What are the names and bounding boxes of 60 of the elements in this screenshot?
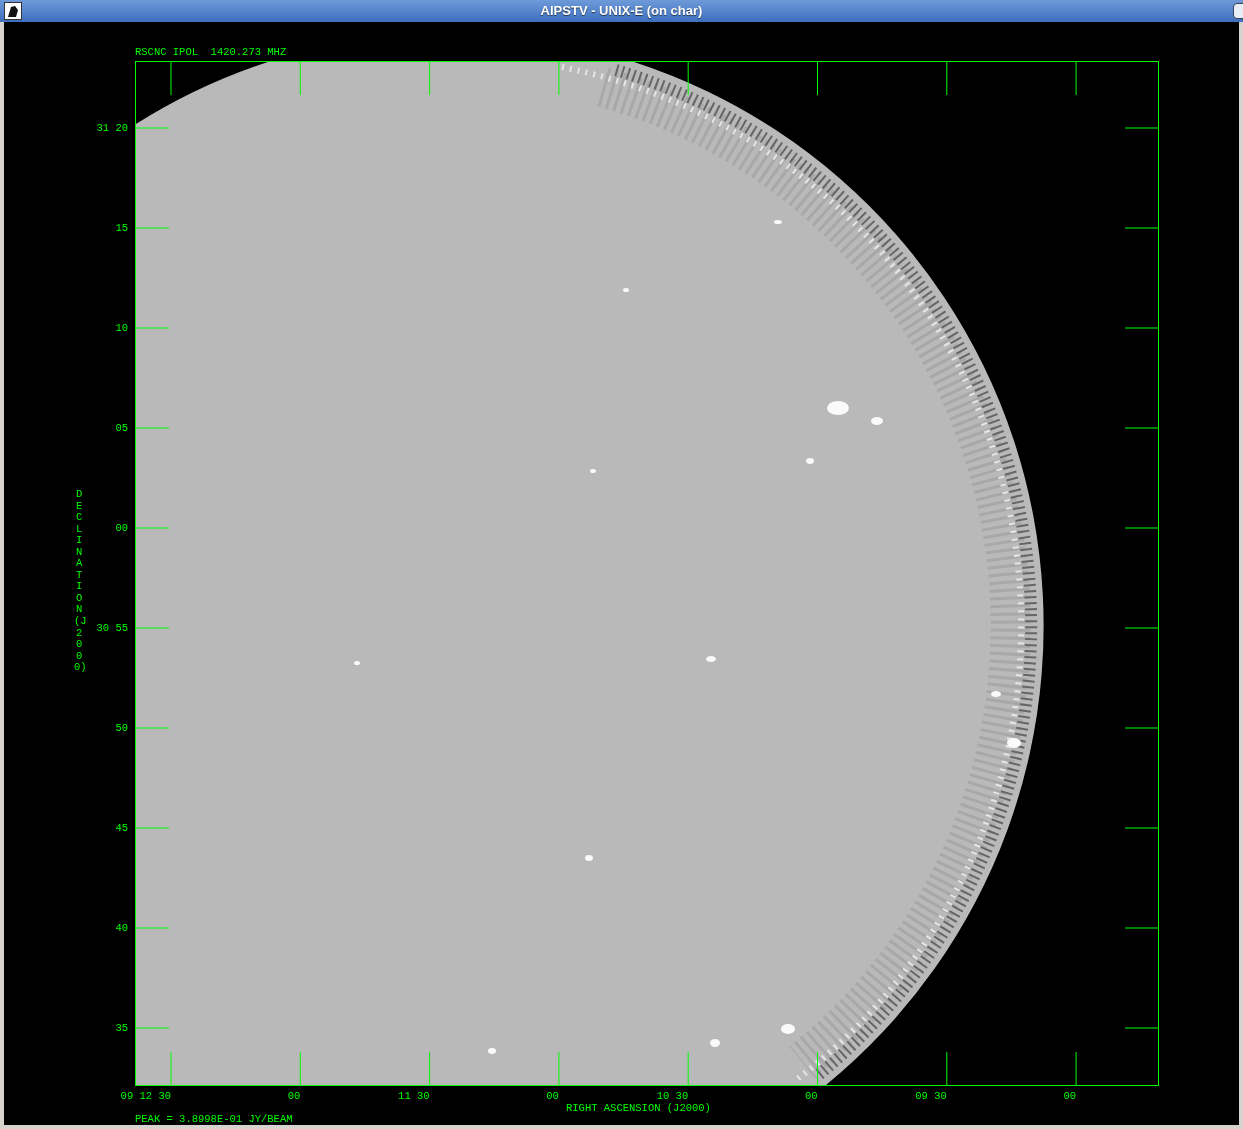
tick-mark [135,427,170,429]
tick-mark [817,61,818,96]
tick-mark [1124,527,1160,529]
tick-mark [558,1051,560,1087]
y-tick-label: 30 55 [96,623,128,634]
y-tick-label: 31 20 [96,123,128,134]
tick-mark [1124,927,1160,929]
y-axis-title: DECLINATION (J2000) [74,489,85,674]
y-tick-label: 50 [115,723,128,734]
x-tick-label: 00 [546,1091,559,1102]
tick-mark [170,61,172,96]
tick-mark [135,127,170,129]
tick-mark [170,1051,172,1087]
x-tick-label: 09 12 30 [120,1091,171,1102]
tick-mark [135,1027,170,1029]
x-tick-label: 10 30 [656,1091,689,1102]
tick-mark [687,1051,689,1087]
tick-mark [135,627,170,629]
app-icon[interactable] [4,2,22,20]
y-tick-label: 45 [115,823,128,834]
tick-mark [558,61,560,96]
tick-mark [1075,61,1077,96]
x-axis-title: RIGHT ASCENSION (J2000) [566,1103,711,1114]
tick-mark [299,61,301,96]
tick-mark [1124,327,1160,329]
y-tick-label: 40 [115,923,128,934]
x-tick-label: 09 30 [915,1091,947,1102]
x-tick-label: 00 [1063,1091,1077,1102]
window-title: AIPSTV - UNIX-E (on char) [540,2,703,21]
tick-mark [817,1051,818,1087]
tick-mark [429,61,431,96]
tick-mark [135,227,170,229]
tick-mark [135,927,170,929]
tick-mark [1124,827,1160,829]
y-tick-label: 00 [115,523,128,534]
tick-mark [135,327,170,329]
tick-mark [687,61,689,96]
peak-label: PEAK = 3.8998E-01 JY/BEAM [135,1114,293,1125]
tick-mark [429,1051,431,1087]
tick-mark [135,727,170,729]
y-tick-label: 15 [115,223,128,234]
plot-header: RSCNC IPOL 1420.273 MHZ [135,47,287,58]
x-tick-label: 00 [287,1091,301,1102]
tick-mark [1124,627,1160,629]
tick-mark [1124,427,1160,429]
tick-mark [946,61,948,96]
tick-mark [1124,1027,1160,1029]
y-tick-label: 05 [115,423,128,434]
x-tick-label: 00 [804,1091,818,1102]
tick-mark [946,1051,948,1087]
tick-mark [1075,1051,1077,1087]
x-tick-label: 11 30 [398,1091,430,1102]
tick-mark [1124,227,1160,229]
tick-mark [135,527,170,529]
tick-mark [1124,727,1160,729]
y-tick-label: 35 [115,1023,128,1034]
tick-mark [135,827,170,829]
tick-mark [1124,127,1160,129]
y-tick-label: 10 [115,323,128,334]
tick-mark [299,1051,301,1087]
